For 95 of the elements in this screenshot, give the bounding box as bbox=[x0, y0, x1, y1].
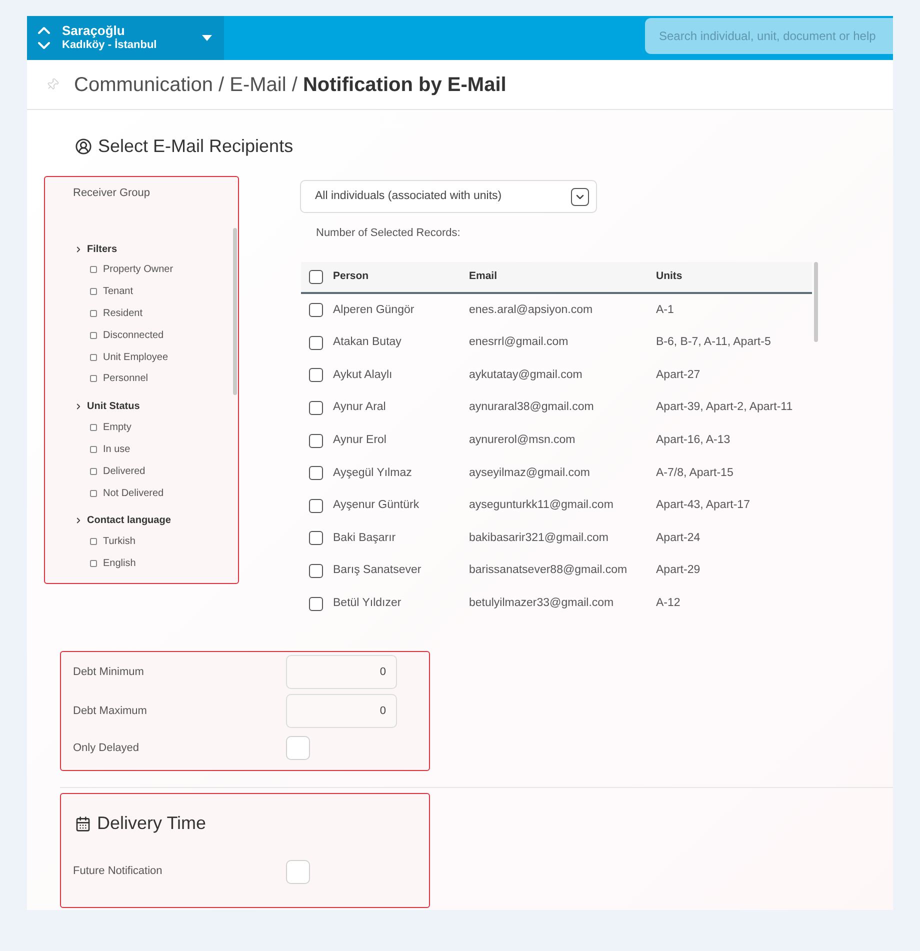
chevron-right-icon[interactable] bbox=[74, 244, 83, 254]
checkbox[interactable] bbox=[90, 446, 97, 453]
table-cell-text: Ayşegül Yılmaz bbox=[333, 466, 413, 481]
checkbox[interactable] bbox=[90, 560, 97, 568]
scrollbar[interactable] bbox=[814, 262, 818, 342]
table-cell-text: Apart-27 bbox=[656, 368, 702, 383]
checkbox[interactable] bbox=[90, 310, 97, 317]
checkbox[interactable] bbox=[309, 303, 323, 318]
checkbox[interactable] bbox=[90, 266, 97, 274]
column-header: Units bbox=[656, 269, 684, 284]
option-label[interactable]: Empty bbox=[103, 420, 132, 436]
option-label[interactable]: Disconnected bbox=[103, 328, 164, 343]
breadcrumb: Communication / E-Mail / Notification by E-Mail bbox=[74, 72, 506, 98]
table-cell-text: Alperen Güngör bbox=[333, 302, 416, 318]
user-circle-icon bbox=[75, 138, 92, 154]
chevron-down-icon bbox=[571, 188, 589, 206]
checkbox[interactable] bbox=[90, 288, 97, 296]
table-cell-text: Aynur Erol bbox=[333, 433, 388, 448]
option-label[interactable]: English bbox=[103, 556, 136, 571]
table-cell-text: Aykut Alaylı bbox=[333, 368, 394, 383]
section-title: Select E-Mail Recipients bbox=[98, 134, 294, 158]
table-cell-text: A-1 bbox=[656, 302, 675, 318]
option-label[interactable]: Tenant bbox=[103, 284, 134, 300]
option-label[interactable]: Resident bbox=[103, 306, 142, 321]
field-label: Debt Maximum bbox=[72, 704, 148, 718]
option-label[interactable]: Not Delivered bbox=[103, 486, 164, 501]
field-label: Only Delayed bbox=[72, 740, 140, 755]
table-cell-text: enes.aral@apsiyon.com bbox=[469, 302, 594, 318]
section-title: Delivery Time bbox=[97, 812, 206, 836]
table-cell-text: Barış Sanatsever bbox=[333, 563, 422, 578]
group-heading[interactable]: Unit Status bbox=[87, 399, 140, 414]
table-cell-text: aykutatay@gmail.com bbox=[469, 368, 584, 383]
group-heading[interactable]: Filters bbox=[87, 242, 118, 256]
up-down-chevrons-icon bbox=[38, 26, 50, 50]
field-label: Future Notification bbox=[72, 864, 164, 878]
group-heading[interactable]: Contact language bbox=[87, 513, 171, 528]
table-cell-text: A-12 bbox=[656, 596, 682, 612]
checkbox[interactable] bbox=[309, 531, 323, 546]
table-cell-text: Apart-39, Apart-2, Apart-11 bbox=[656, 400, 794, 416]
number-field[interactable]: 0 bbox=[286, 654, 397, 689]
caret-down-icon bbox=[202, 35, 212, 41]
column-header: Person bbox=[333, 269, 370, 284]
location-selector[interactable]: Saraçoğlu Kadıköy - İstanbul bbox=[27, 16, 224, 60]
table-cell-text: aynuraral38@gmail.com bbox=[469, 400, 595, 416]
checkbox[interactable] bbox=[309, 498, 323, 513]
chevron-right-icon[interactable] bbox=[74, 402, 83, 412]
option-label[interactable]: Property Owner bbox=[103, 262, 174, 278]
field-label: Receiver Group bbox=[73, 186, 152, 200]
search-field[interactable]: Search individual, unit, document or help bbox=[645, 18, 893, 54]
calendar-icon bbox=[75, 816, 91, 832]
checkbox[interactable] bbox=[309, 434, 323, 448]
chevron-right-icon[interactable] bbox=[74, 516, 83, 526]
table-cell-text: A-7/8, Apart-15 bbox=[656, 466, 734, 481]
table-cell-text: Apart-16, A-13 bbox=[656, 433, 732, 448]
checkbox[interactable] bbox=[90, 490, 97, 497]
table-cell-text: Atakan Butay bbox=[333, 335, 402, 350]
option-label[interactable]: Turkish bbox=[103, 534, 136, 550]
table-cell-text: Apart-24 bbox=[656, 530, 702, 546]
option-label[interactable]: Unit Employee bbox=[103, 350, 168, 365]
table-cell-text: bakibasarir321@gmail.com bbox=[469, 530, 610, 546]
field-label: Debt Minimum bbox=[72, 664, 145, 679]
number-field[interactable]: 0 bbox=[286, 694, 397, 728]
checkbox[interactable] bbox=[90, 354, 97, 361]
checkbox[interactable] bbox=[309, 401, 323, 416]
table-cell-text: aynurerol@msn.com bbox=[469, 433, 576, 448]
table-cell-text: Apart-29 bbox=[656, 563, 702, 578]
table-cell-text: B-6, B-7, A-11, Apart-5 bbox=[656, 335, 772, 350]
recipient-group-dropdown[interactable]: All individuals (associated with units) bbox=[300, 180, 597, 213]
table-cell-text: ayseyilmaz@gmail.com bbox=[469, 466, 591, 481]
option-label[interactable]: Delivered bbox=[103, 464, 146, 479]
checkbox[interactable] bbox=[309, 466, 323, 480]
checkbox[interactable] bbox=[90, 538, 97, 546]
table-cell-text: Ayşenur Güntürk bbox=[333, 498, 420, 514]
checkbox[interactable] bbox=[90, 424, 97, 432]
table-cell-text: enesrrl@gmail.com bbox=[469, 335, 570, 350]
checkbox[interactable] bbox=[309, 564, 323, 578]
option-label[interactable]: In use bbox=[103, 442, 130, 457]
checkbox[interactable] bbox=[309, 368, 323, 382]
table-cell-text: Aynur Aral bbox=[333, 400, 387, 416]
scrollbar[interactable] bbox=[233, 228, 237, 395]
table-cell-text: barissanatsever88@gmail.com bbox=[469, 563, 628, 578]
table-cell-text: Apart-43, Apart-17 bbox=[656, 498, 751, 514]
checkbox[interactable] bbox=[90, 332, 97, 339]
table-cell-text: Baki Başarır bbox=[333, 530, 397, 546]
table-cell-text: aysegunturkk11@gmail.com bbox=[469, 498, 614, 514]
checkbox[interactable] bbox=[90, 468, 97, 475]
table-cell-text: betulyilmazer33@gmail.com bbox=[469, 596, 615, 612]
column-header: Email bbox=[469, 269, 498, 284]
option-label[interactable]: Personnel bbox=[103, 371, 148, 386]
checkbox[interactable] bbox=[309, 270, 323, 284]
checkbox[interactable] bbox=[90, 375, 97, 382]
table-cell-text: Betül Yıldızer bbox=[333, 596, 402, 612]
checkbox[interactable] bbox=[309, 336, 323, 350]
selected-count-label: Number of Selected Records: bbox=[316, 226, 462, 240]
checkbox[interactable] bbox=[309, 596, 323, 611]
